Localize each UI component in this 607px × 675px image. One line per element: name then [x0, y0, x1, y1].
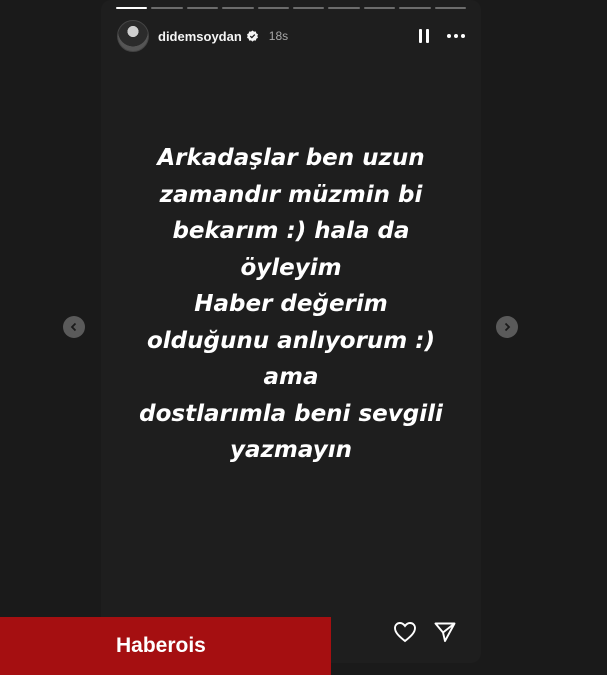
progress-segment — [363, 7, 396, 9]
progress-segment — [399, 7, 431, 9]
progress-segment — [293, 7, 325, 9]
story-text: Arkadaşlar ben uzun zamandır müzmin bi b… — [139, 145, 443, 463]
more-options-button[interactable] — [447, 34, 465, 38]
chevron-right-icon — [504, 322, 511, 332]
pause-icon — [419, 29, 422, 43]
progress-segment — [186, 7, 219, 9]
progress-segment — [151, 7, 183, 9]
verified-badge-icon — [246, 29, 258, 42]
story-timestamp: 18s — [268, 29, 289, 43]
progress-segment — [257, 7, 290, 9]
avatar[interactable] — [117, 20, 149, 52]
watermark-banner: Haberois — [0, 617, 331, 675]
story-actions — [393, 621, 457, 643]
username-link[interactable]: didemsoydan — [158, 29, 242, 44]
previous-story-button[interactable] — [63, 316, 85, 338]
pause-button[interactable] — [419, 29, 429, 43]
more-options-icon — [447, 34, 451, 38]
progress-segment — [328, 7, 360, 9]
progress-segment — [116, 7, 148, 9]
progress-segment — [434, 7, 467, 9]
next-story-button[interactable] — [496, 316, 518, 338]
story-progress-bar — [116, 7, 467, 9]
story-viewer[interactable]: didemsoydan 18s Arkadaşlar ben uzun zama… — [101, 0, 481, 663]
watermark-text: Haberois — [116, 634, 206, 657]
story-header: didemsoydan 18s — [117, 20, 465, 52]
send-icon[interactable] — [433, 621, 457, 643]
chevron-left-icon — [70, 322, 77, 332]
heart-icon[interactable] — [393, 621, 417, 643]
progress-segment — [222, 7, 254, 9]
